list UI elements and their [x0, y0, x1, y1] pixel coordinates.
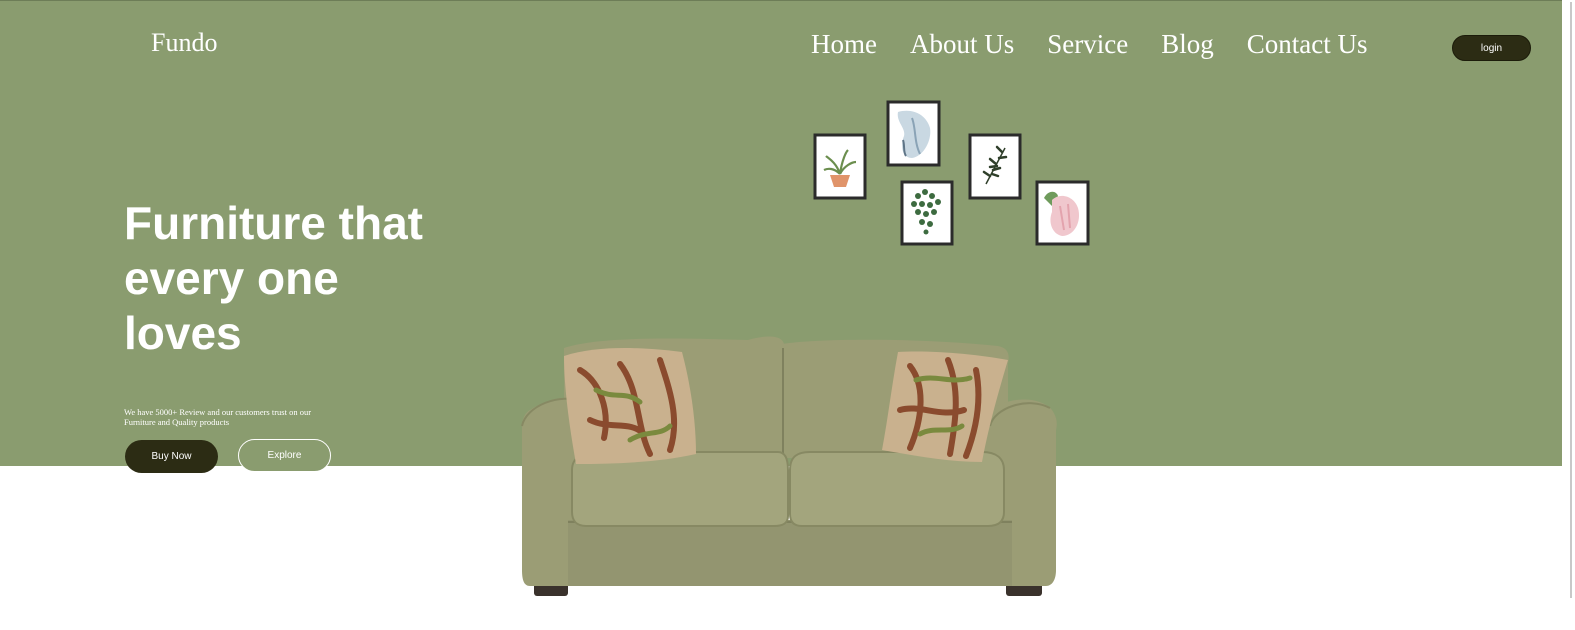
green-sofa-illustration [521, 336, 1057, 596]
hero-headline: Furniture that every one loves [124, 197, 423, 359]
scrollbar[interactable] [1562, 0, 1575, 630]
explore-button[interactable]: Explore [238, 439, 331, 472]
scrollbar-thumb[interactable] [1563, 2, 1572, 598]
buy-now-button[interactable]: Buy Now [125, 440, 218, 473]
hero-subtext: We have 5000+ Review and our customers t… [124, 407, 312, 427]
